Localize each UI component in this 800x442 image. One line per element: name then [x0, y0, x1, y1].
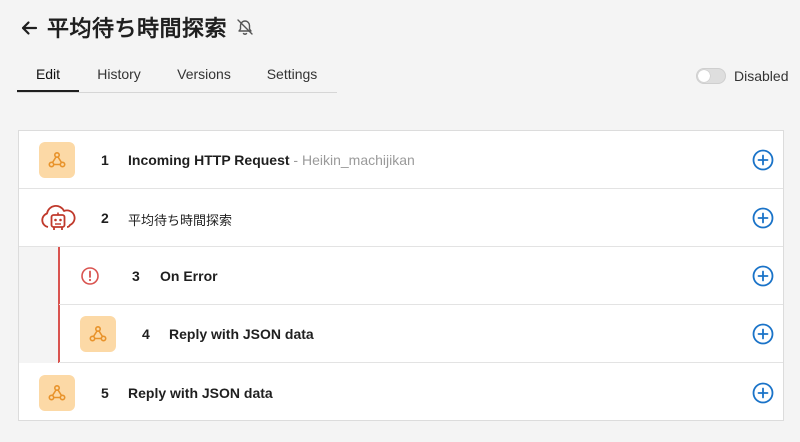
add-step-button[interactable] — [752, 149, 774, 171]
step-title: 平均待ち時間探索 — [128, 214, 233, 229]
add-step-button[interactable] — [752, 207, 774, 229]
plus-circle-icon — [752, 265, 774, 287]
step-icon-badge — [80, 316, 116, 352]
step-title: Reply with JSON data — [128, 385, 273, 401]
step-subtitle: - Heikin_machijikan — [289, 152, 415, 168]
status-toggle-group: Disabled — [696, 68, 788, 84]
arrow-left-icon — [21, 21, 38, 35]
step-title: Incoming HTTP Request — [128, 152, 290, 168]
plus-circle-icon — [752, 207, 774, 229]
plus-circle-icon — [752, 323, 774, 345]
plus-circle-icon — [752, 149, 774, 171]
toggle-knob — [698, 70, 710, 82]
add-step-button[interactable] — [752, 265, 774, 287]
steps-list: 1 Incoming HTTP Request - Heikin_machiji… — [18, 130, 784, 421]
tab-history[interactable]: History — [79, 56, 159, 92]
step-number: 4 — [142, 326, 150, 342]
tab-edit[interactable]: Edit — [17, 56, 79, 92]
step-number: 5 — [101, 385, 109, 401]
step-icon — [39, 200, 77, 236]
step-title: Reply with JSON data — [169, 326, 314, 342]
step-number: 3 — [132, 268, 140, 284]
step-icon-badge — [39, 375, 75, 411]
add-step-button[interactable] — [752, 382, 774, 404]
step-title: On Error — [160, 268, 218, 284]
webhook-icon — [89, 325, 107, 342]
webhook-icon — [48, 384, 66, 401]
tab-bar: Edit History Versions Settings — [17, 56, 337, 93]
step-row-3[interactable]: 3 On Error — [59, 247, 783, 305]
step-row-1[interactable]: 1 Incoming HTTP Request - Heikin_machiji… — [19, 131, 783, 189]
tab-versions[interactable]: Versions — [159, 56, 249, 92]
step-icon-badge — [39, 142, 75, 178]
back-button[interactable] — [16, 15, 42, 41]
step-label: Incoming HTTP Request - Heikin_machijika… — [128, 152, 415, 168]
add-step-button[interactable] — [752, 323, 774, 345]
enable-toggle[interactable] — [696, 68, 726, 84]
step-row-4[interactable]: 4 Reply with JSON data — [59, 305, 783, 363]
cloud-robot-icon — [41, 205, 76, 230]
webhook-icon — [48, 151, 66, 168]
plus-circle-icon — [752, 382, 774, 404]
bell-off-icon — [237, 19, 253, 35]
tab-settings[interactable]: Settings — [249, 56, 335, 92]
notifications-off-button[interactable] — [234, 16, 256, 38]
step-icon — [79, 265, 101, 287]
step-number: 2 — [101, 210, 109, 226]
step-row-5[interactable]: 5 Reply with JSON data — [19, 363, 783, 421]
page-title: 平均待ち時間探索 — [47, 17, 228, 42]
toggle-label: Disabled — [734, 68, 789, 84]
step-number: 1 — [101, 152, 109, 168]
step-row-2[interactable]: 2 平均待ち時間探索 — [19, 189, 783, 247]
error-circle-icon — [81, 267, 99, 285]
nested-gutter — [19, 247, 59, 363]
